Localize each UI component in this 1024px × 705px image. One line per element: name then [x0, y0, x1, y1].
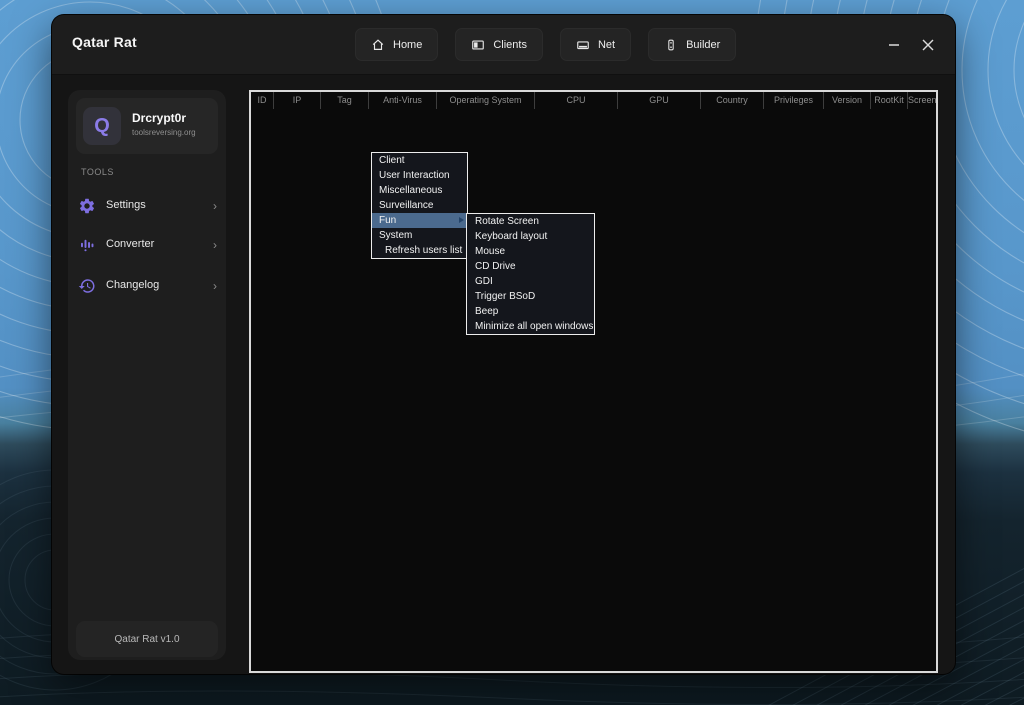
home-icon [371, 38, 385, 52]
sidebar-item-changelog-label: Changelog [106, 279, 160, 291]
chevron-right-icon: › [213, 199, 217, 213]
column-header-ip[interactable]: IP [274, 92, 321, 109]
nav-builder-label: Builder [686, 38, 721, 51]
submenu-item-cd-drive[interactable]: CD Drive [467, 259, 594, 274]
sidebar-item-settings[interactable]: Settings › [68, 190, 226, 222]
column-header-gpu[interactable]: GPU [618, 92, 701, 109]
sidebar-item-converter[interactable]: Converter › [68, 229, 226, 261]
desktop: { "window": { "title": "Qatar Rat" }, "n… [0, 0, 1024, 705]
column-header-version[interactable]: Version [824, 92, 871, 109]
close-button[interactable] [915, 32, 941, 58]
gear-icon [78, 197, 96, 215]
builder-icon [664, 38, 678, 52]
nav-clients-label: Clients [493, 38, 527, 51]
context-menu-item-client[interactable]: Client [372, 153, 467, 168]
column-header-screen[interactable]: Screen [908, 92, 936, 109]
nav-net-button[interactable]: Net [559, 28, 632, 61]
submenu-item-mouse[interactable]: Mouse [467, 244, 594, 259]
column-header-tag[interactable]: Tag [321, 92, 369, 109]
nav-bar: Home Clients Net Builder [355, 28, 737, 61]
submenu-item-keyboard-layout[interactable]: Keyboard layout [467, 229, 594, 244]
version-badge: Qatar Rat v1.0 [76, 621, 218, 657]
titlebar: Qatar Rat Home Clients Net Builder [52, 15, 955, 75]
chevron-right-icon: › [213, 279, 217, 293]
submenu-arrow-icon [459, 217, 464, 223]
context-menu-item-miscellaneous[interactable]: Miscellaneous [372, 183, 467, 198]
tools-section-label: TOOLS [81, 167, 114, 177]
context-menu-item-surveillance[interactable]: Surveillance [372, 198, 467, 213]
clients-icon [471, 38, 485, 52]
sidebar-item-settings-label: Settings [106, 199, 146, 211]
nav-builder-button[interactable]: Builder [648, 28, 737, 61]
nav-net-label: Net [597, 38, 616, 51]
sidebar: Q Drcrypt0r toolsreversing.org TOOLS Set… [68, 90, 226, 660]
minimize-button[interactable] [881, 32, 907, 58]
submenu-item-beep[interactable]: Beep [467, 304, 594, 319]
nav-home-label: Home [393, 38, 423, 51]
sidebar-item-changelog[interactable]: Changelog › [68, 270, 226, 302]
column-header-id[interactable]: ID [251, 92, 274, 109]
column-header-privileges[interactable]: Privileges [764, 92, 824, 109]
profile-card[interactable]: Q Drcrypt0r toolsreversing.org [76, 98, 218, 154]
window-controls [881, 15, 941, 75]
app-window: Qatar Rat Home Clients Net Builder Q Drc… [52, 15, 955, 674]
avatar: Q [83, 107, 121, 145]
history-icon [78, 277, 96, 295]
context-menu-item-user-interaction[interactable]: User Interaction [372, 168, 467, 183]
context-menu-item-fun[interactable]: Fun [372, 213, 467, 228]
nav-home-button[interactable]: Home [355, 28, 439, 61]
column-header-rootkit[interactable]: RootKit [871, 92, 908, 109]
clients-panel: ID IP Tag Anti-Virus Operating System CP… [249, 90, 938, 673]
context-menu: Client User Interaction Miscellaneous Su… [371, 152, 468, 259]
column-header-antivirus[interactable]: Anti-Virus [369, 92, 437, 109]
column-header-country[interactable]: Country [701, 92, 764, 109]
profile-subtitle: toolsreversing.org [132, 128, 196, 137]
sidebar-item-converter-label: Converter [106, 238, 155, 250]
column-header-cpu[interactable]: CPU [535, 92, 618, 109]
chevron-right-icon: › [213, 238, 217, 252]
submenu-item-minimize-all-open-windows[interactable]: Minimize all open windows [467, 319, 594, 334]
minimize-icon [889, 44, 899, 46]
submenu-item-gdi[interactable]: GDI [467, 274, 594, 289]
nav-clients-button[interactable]: Clients [455, 28, 543, 61]
equalizer-icon [78, 236, 96, 254]
close-icon [922, 39, 934, 51]
submenu-item-rotate-screen[interactable]: Rotate Screen [467, 214, 594, 229]
context-menu-item-refresh-users-list[interactable]: Refresh users list [372, 243, 467, 258]
profile-name: Drcrypt0r [132, 111, 187, 125]
app-title: Qatar Rat [72, 34, 137, 50]
clients-table-header: ID IP Tag Anti-Virus Operating System CP… [251, 92, 936, 109]
net-icon [576, 38, 590, 52]
fun-submenu: Rotate Screen Keyboard layout Mouse CD D… [466, 213, 595, 335]
context-menu-item-system[interactable]: System [372, 228, 467, 243]
column-header-os[interactable]: Operating System [437, 92, 535, 109]
context-menu-item-fun-label: Fun [379, 215, 397, 226]
submenu-item-trigger-bsod[interactable]: Trigger BSoD [467, 289, 594, 304]
